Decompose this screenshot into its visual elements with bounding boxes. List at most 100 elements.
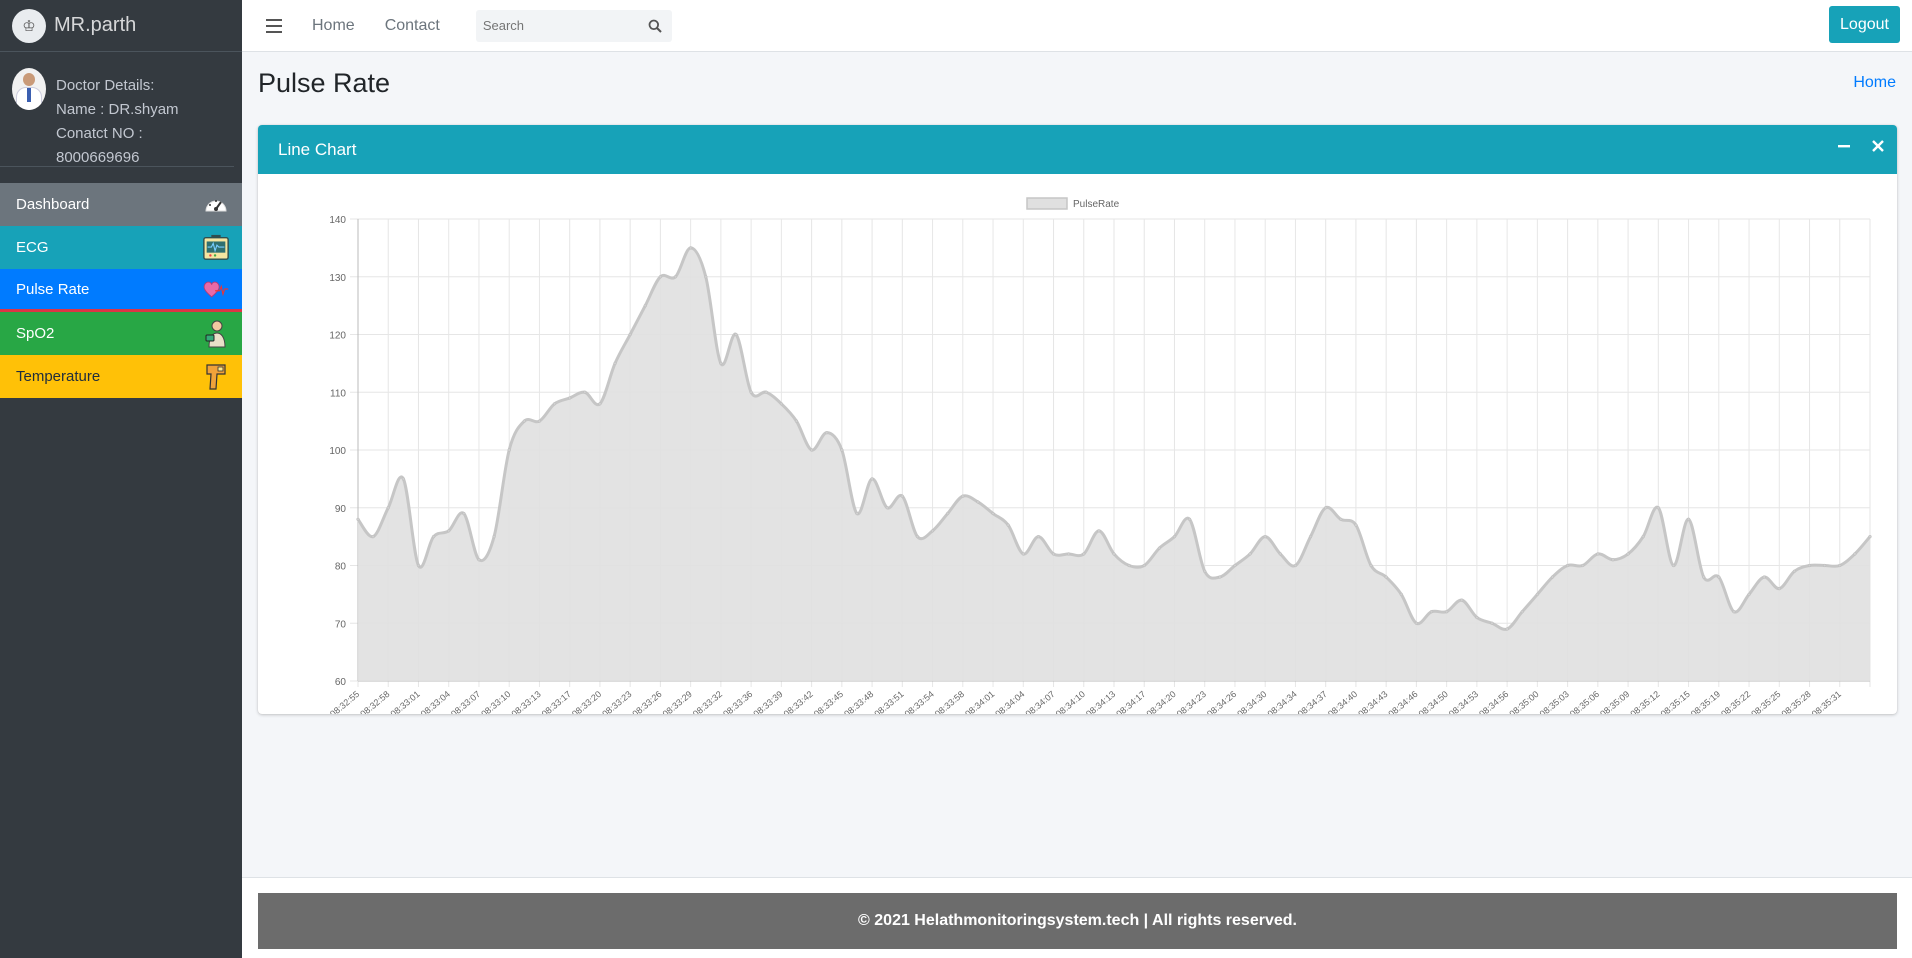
data-point <box>1505 627 1509 631</box>
data-point <box>1747 592 1751 597</box>
data-point <box>1807 563 1812 568</box>
data-point <box>1142 563 1146 568</box>
sidebar-item-label: ECG <box>16 239 49 256</box>
data-point <box>930 529 935 533</box>
data-point <box>386 506 390 510</box>
data-point <box>537 419 542 423</box>
data-point <box>356 517 360 521</box>
footer: © 2021 Helathmonitoringsystem.tech | All… <box>258 893 1897 949</box>
data-point <box>1097 529 1101 533</box>
data-point <box>1611 558 1615 562</box>
data-point <box>885 506 889 510</box>
brand-logo-icon: ♔ <box>12 8 46 43</box>
doctor-details-heading: Doctor Details: <box>56 77 155 94</box>
y-tick-label: 110 <box>330 388 346 399</box>
footer-text: © 2021 Helathmonitoringsystem.tech | All… <box>858 912 1297 929</box>
data-point <box>1838 563 1842 568</box>
sidebar-item-label: Dashboard <box>16 196 90 213</box>
data-point <box>734 332 738 337</box>
data-point <box>1641 534 1645 539</box>
sidebar-item-ecg[interactable]: ECG <box>0 226 242 269</box>
data-point <box>1717 575 1721 579</box>
data-point <box>688 246 693 250</box>
data-point <box>643 303 647 308</box>
sidebar-item-temperature[interactable]: Temperature <box>0 355 242 398</box>
top-navbar: Home Contact Logout <box>242 0 1912 52</box>
data-point <box>1066 552 1071 556</box>
data-point <box>1399 592 1403 597</box>
data-point <box>1293 563 1298 568</box>
data-point <box>1868 534 1872 539</box>
data-point <box>961 494 965 498</box>
data-point <box>749 390 753 394</box>
data-point <box>1112 552 1116 556</box>
data-point <box>583 390 587 394</box>
data-point <box>1565 563 1570 568</box>
sidebar: ♔ MR.parth Doctor Details: Name : DR.shy… <box>0 0 242 958</box>
y-tick-label: 70 <box>335 619 347 630</box>
data-point <box>658 275 663 279</box>
sidebar-item-spo2[interactable]: SpO2 <box>0 312 242 355</box>
pulse-rate-chart: 60 70 80 90 100 110 120 130 140 2021-03-14 08:32:… <box>291 197 1872 714</box>
y-tick-label: 120 <box>329 331 346 342</box>
data-point <box>1702 575 1706 579</box>
y-tick-label: 80 <box>335 562 347 573</box>
content-header: Pulse Rate Home <box>258 68 1898 99</box>
nav-link-contact[interactable]: Contact <box>385 17 440 35</box>
data-point <box>1853 552 1857 556</box>
data-point <box>1157 546 1162 550</box>
search-input[interactable] <box>475 18 640 33</box>
data-point <box>1354 523 1358 527</box>
speedometer-icon <box>202 191 230 219</box>
data-point <box>1686 517 1691 521</box>
data-point <box>447 529 451 533</box>
data-point <box>492 534 496 539</box>
data-point <box>1732 610 1736 614</box>
legend-label: PulseRate <box>1073 199 1120 210</box>
sidebar-nav: Dashboard ECG Pulse Rate SpO2 Temperatur… <box>0 183 242 398</box>
y-tick-label: 140 <box>329 215 346 226</box>
doctor-details: Doctor Details: Name : DR.shyam Conatct … <box>56 68 222 166</box>
sidebar-item-label: SpO2 <box>16 325 55 342</box>
data-point <box>1369 563 1373 568</box>
thermometer-gun-icon <box>202 363 230 391</box>
collapse-icon[interactable] <box>1837 139 1851 153</box>
data-point <box>1822 563 1827 568</box>
data-point <box>719 361 723 366</box>
data-point <box>1203 569 1207 573</box>
data-point <box>1324 506 1328 510</box>
nav-link-home[interactable]: Home <box>312 17 355 35</box>
data-point <box>371 534 375 539</box>
logout-button[interactable]: Logout <box>1829 6 1900 43</box>
data-point <box>779 402 784 406</box>
data-point <box>1036 534 1041 539</box>
data-point <box>1127 563 1131 568</box>
brand[interactable]: ♔ MR.parth <box>0 0 242 52</box>
data-point <box>1187 517 1192 521</box>
search-icon[interactable] <box>640 10 670 42</box>
ecg-monitor-icon <box>202 234 230 262</box>
brand-name: MR.parth <box>54 14 137 36</box>
data-point <box>1475 615 1479 620</box>
data-point <box>1550 575 1555 579</box>
data-point <box>1444 610 1449 614</box>
y-tick-label: 90 <box>335 504 347 515</box>
hamburger-menu-icon[interactable] <box>266 18 282 33</box>
data-point <box>1021 552 1025 556</box>
breadcrumb-home-link[interactable]: Home <box>1853 74 1896 92</box>
sidebar-item-label: Pulse Rate <box>16 280 90 298</box>
close-icon[interactable] <box>1871 139 1885 153</box>
data-point <box>628 332 632 337</box>
data-point <box>1777 586 1781 591</box>
data-point <box>1082 552 1086 556</box>
data-point <box>401 477 406 481</box>
data-point <box>1581 563 1585 568</box>
data-point <box>568 396 572 400</box>
sidebar-item-dashboard[interactable]: Dashboard <box>0 183 242 226</box>
card-tools <box>1837 139 1885 153</box>
data-point <box>1233 563 1237 568</box>
sidebar-item-pulse-rate[interactable]: Pulse Rate <box>0 269 242 312</box>
data-point <box>855 511 859 516</box>
data-point <box>1384 575 1388 579</box>
data-point <box>1596 552 1600 556</box>
